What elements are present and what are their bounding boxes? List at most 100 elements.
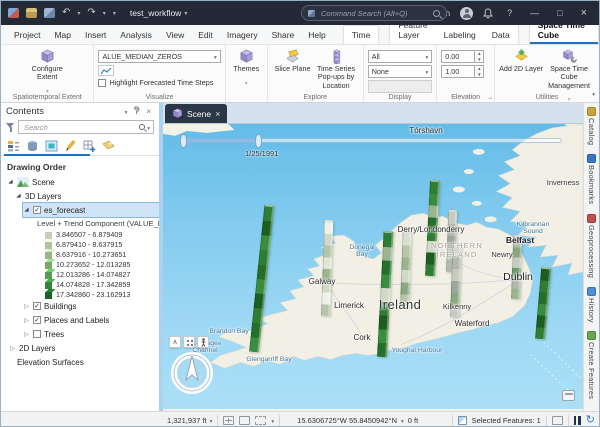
display-variable-dropdown[interactable]: ALUE_MEDIAN_ZEROS xyxy=(98,50,221,63)
full-extent-button[interactable]: ∧ xyxy=(169,336,181,348)
grid-toggle-icon[interactable] xyxy=(223,415,235,425)
command-search[interactable] xyxy=(301,5,447,21)
dialog-launcher-icon[interactable]: ⌐ xyxy=(488,94,492,101)
undo-caret-icon[interactable] xyxy=(77,9,80,18)
expander-icon[interactable] xyxy=(15,193,22,199)
spacetime-bar[interactable] xyxy=(510,234,522,300)
project-title[interactable]: test_workflow xyxy=(130,8,188,18)
expander-icon[interactable] xyxy=(7,179,14,185)
collapse-ribbon-icon[interactable] xyxy=(592,91,595,98)
filter-icon[interactable] xyxy=(6,122,15,132)
display-none-dropdown[interactable]: None xyxy=(367,65,433,78)
slice-plane-button[interactable]: Slice Plane xyxy=(272,48,314,73)
pane-options-icon[interactable] xyxy=(122,107,131,116)
tab-data[interactable]: Data xyxy=(484,26,518,44)
select-box-icon[interactable] xyxy=(551,415,563,425)
redo-caret-icon[interactable] xyxy=(103,9,106,18)
tab-labeling[interactable]: Labeling xyxy=(436,26,484,44)
user-avatar[interactable] xyxy=(460,6,474,20)
save-project-icon[interactable] xyxy=(44,8,55,18)
refresh-icon[interactable] xyxy=(586,415,595,426)
open-project-icon[interactable] xyxy=(26,8,37,18)
expander-icon[interactable] xyxy=(9,345,16,352)
time-slider-start-handle[interactable] xyxy=(180,134,187,148)
scene-view-tab[interactable]: Scene × xyxy=(165,104,228,123)
spinner-arrows-icon[interactable]: ▲ ▼ xyxy=(475,65,485,78)
legend-item[interactable]: 8.637916 - 10.273651 xyxy=(1,249,159,259)
dock-tab-create-features[interactable]: Create Features xyxy=(587,331,596,400)
tree-item-3d-layers[interactable]: 3D Layers xyxy=(1,189,159,203)
list-by-snapping-icon[interactable] xyxy=(83,140,96,152)
sync-toggle-icon[interactable] xyxy=(255,415,267,425)
undo-icon[interactable] xyxy=(62,8,70,18)
legend-item[interactable]: 12.013286 - 14.074827 xyxy=(1,269,159,279)
time-series-chart-button[interactable] xyxy=(98,65,115,76)
highlight-forecast-checkbox[interactable]: Highlight Forecasted Time Steps xyxy=(98,78,220,87)
list-by-drawing-order-icon[interactable] xyxy=(7,140,20,152)
coordinates-display[interactable]: 15.6306725°W 55.8450942°N 0 ft xyxy=(297,416,418,425)
list-by-selection-icon[interactable] xyxy=(45,140,58,152)
compass-control[interactable] xyxy=(169,350,215,401)
selected-features-count[interactable]: Selected Features: 1 xyxy=(472,416,541,425)
dock-tab-history[interactable]: History xyxy=(587,286,596,322)
elevation-exaggeration-spinner[interactable]: 1.00 ▲ ▼ xyxy=(441,65,485,78)
legend-item[interactable]: 17.342860 - 23.162913 xyxy=(1,289,159,299)
tree-item-elevation-surfaces[interactable]: Elevation Surfaces xyxy=(1,355,159,369)
tab-analysis[interactable]: Analysis xyxy=(113,26,159,44)
time-slider[interactable]: 1/25/1991 xyxy=(180,133,562,158)
tab-project[interactable]: Project xyxy=(7,26,47,44)
tree-item-places[interactable]: Places and Labels xyxy=(1,313,159,327)
list-by-data-source-icon[interactable] xyxy=(26,140,39,152)
dock-tab-bookmarks[interactable]: Bookmarks xyxy=(587,154,596,205)
spacetime-bar[interactable] xyxy=(449,242,462,318)
customize-toolbar-icon[interactable] xyxy=(113,9,116,18)
tree-item-2d-layers[interactable]: 2D Layers xyxy=(1,341,159,355)
expander-icon[interactable] xyxy=(23,331,30,338)
tree-item-buildings[interactable]: Buildings xyxy=(1,299,159,313)
pin-icon[interactable] xyxy=(130,106,143,117)
spacetime-bar[interactable] xyxy=(399,230,412,308)
dropdown-caret-icon[interactable] xyxy=(271,416,274,425)
time-series-popups-button[interactable]: Time Series Pop-ups by Location xyxy=(313,48,358,90)
layer-visibility-checkbox[interactable] xyxy=(33,330,41,338)
redo-icon[interactable] xyxy=(87,8,95,18)
pause-drawing-button[interactable] xyxy=(573,415,581,425)
tab-insert[interactable]: Insert xyxy=(78,26,113,44)
tab-edit[interactable]: Edit xyxy=(191,26,220,44)
dock-tab-geoprocessing[interactable]: Geoprocessing xyxy=(587,213,596,278)
expander-icon[interactable] xyxy=(23,207,30,213)
tab-view[interactable]: View xyxy=(159,26,191,44)
dock-tab-catalog[interactable]: Catalog xyxy=(587,107,596,145)
maximize-button[interactable] xyxy=(553,8,566,18)
layer-visibility-checkbox[interactable] xyxy=(33,302,41,310)
tree-item-es-forecast[interactable]: es_forecast xyxy=(22,202,159,218)
help-icon[interactable]: ? xyxy=(503,8,516,18)
scene-view-canvas[interactable]: Tórshavn Inverness Kilbrannan Sound Derry/L… xyxy=(163,124,583,411)
layer-visibility-checkbox[interactable] xyxy=(33,206,41,214)
layer-visibility-checkbox[interactable] xyxy=(33,316,41,324)
scale-dropdown[interactable]: 1,321,937 ft xyxy=(167,416,212,425)
close-pane-icon[interactable]: × xyxy=(143,107,154,116)
minimize-button[interactable] xyxy=(526,8,543,18)
legend-item[interactable]: 6.879410 - 8.637915 xyxy=(1,239,159,249)
tab-map[interactable]: Map xyxy=(47,26,78,44)
legend-item[interactable]: 14.074828 - 17.342859 xyxy=(1,279,159,289)
legend-item[interactable]: 3.846507 - 6.879409 xyxy=(1,229,159,239)
contents-search[interactable] xyxy=(18,120,154,134)
notifications-icon[interactable] xyxy=(483,8,494,19)
table-toggle-icon[interactable] xyxy=(239,415,251,425)
pan-mode-button[interactable] xyxy=(183,336,195,348)
tab-time[interactable]: Time xyxy=(344,26,379,44)
add-2d-layer-button[interactable]: Add 2D Layer xyxy=(499,48,543,73)
legend-item[interactable]: 10.273652 - 12.013285 xyxy=(1,259,159,269)
expander-icon[interactable] xyxy=(23,303,30,310)
overlay-dock-icon[interactable] xyxy=(562,390,575,401)
tree-item-scene[interactable]: Scene xyxy=(1,175,159,189)
elevation-offset-spinner[interactable]: 0.00 ▲ ▼ xyxy=(441,50,485,63)
display-filter-dropdown[interactable]: All xyxy=(367,50,433,63)
spinner-arrows-icon[interactable]: ▲ ▼ xyxy=(475,50,485,63)
tab-imagery[interactable]: Imagery xyxy=(220,26,265,44)
street-view-button[interactable] xyxy=(197,336,209,348)
new-project-icon[interactable] xyxy=(8,8,19,18)
tree-item-trees[interactable]: Trees xyxy=(1,327,159,341)
